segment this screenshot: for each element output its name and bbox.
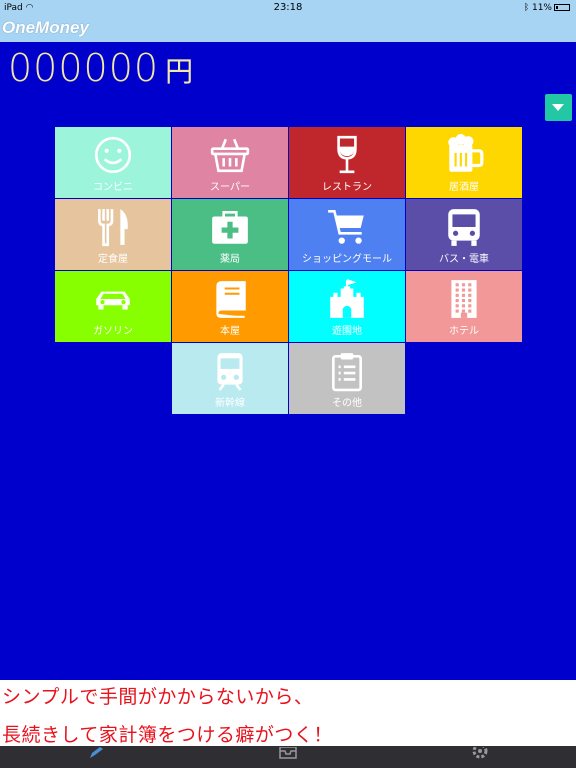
category-tile[interactable]: 定食屋 bbox=[55, 199, 171, 270]
category-tile[interactable]: ショッピングモール bbox=[289, 199, 405, 270]
clipboard-icon bbox=[289, 349, 405, 393]
dropdown-button[interactable] bbox=[545, 94, 572, 121]
category-label: ホテル bbox=[449, 326, 479, 337]
tab-bar bbox=[0, 743, 576, 768]
inbox-icon[interactable] bbox=[279, 746, 297, 762]
battery-indicator: ᛒ 11% bbox=[524, 3, 570, 13]
category-tile[interactable]: ガソリン bbox=[55, 271, 171, 342]
category-tile[interactable]: その他 bbox=[289, 343, 405, 414]
bluetooth-icon: ᛒ bbox=[523, 3, 530, 13]
amount-display[interactable]: 000000 円 bbox=[8, 46, 194, 90]
bus-icon bbox=[406, 205, 522, 249]
category-label: ガソリン bbox=[93, 326, 133, 337]
basket-icon bbox=[172, 133, 288, 177]
category-tile[interactable]: 遊園地 bbox=[289, 271, 405, 342]
promo-line-1: シンプルで手間がかからないから、 bbox=[2, 686, 314, 708]
currency-label: 円 bbox=[165, 55, 195, 88]
category-tile[interactable]: 居酒屋 bbox=[406, 127, 522, 198]
promo-banner: シンプルで手間がかからないから、 長続きして家計簿をつける癖がつく！ bbox=[0, 680, 576, 746]
category-label: 本屋 bbox=[220, 326, 240, 337]
category-label: 新幹線 bbox=[215, 398, 245, 409]
smiley-icon bbox=[55, 133, 171, 177]
hotel-building-icon bbox=[406, 277, 522, 321]
wine-glass-icon bbox=[289, 133, 405, 177]
nav-bar: OneMoney bbox=[0, 16, 576, 42]
category-label: その他 bbox=[332, 398, 362, 409]
castle-icon bbox=[289, 277, 405, 321]
first-aid-kit-icon bbox=[172, 205, 288, 249]
category-tile[interactable]: 本屋 bbox=[172, 271, 288, 342]
book-icon bbox=[172, 277, 288, 321]
fork-knife-icon bbox=[55, 205, 171, 249]
amount-value: 000000 bbox=[8, 46, 160, 90]
category-tile[interactable]: ホテル bbox=[406, 271, 522, 342]
category-label: スーパー bbox=[210, 182, 250, 193]
pencil-icon[interactable] bbox=[88, 746, 104, 762]
category-label: バス・電車 bbox=[439, 254, 489, 265]
category-label: レストラン bbox=[322, 182, 372, 193]
shopping-cart-icon bbox=[289, 205, 405, 249]
clock: 23:18 bbox=[273, 2, 303, 13]
gear-icon[interactable] bbox=[472, 743, 488, 762]
train-icon bbox=[172, 349, 288, 393]
promo-line-2: 長続きして家計簿をつける癖がつく！ bbox=[2, 724, 333, 746]
category-tile[interactable]: レストラン bbox=[289, 127, 405, 198]
category-label: 居酒屋 bbox=[449, 182, 479, 193]
category-tile[interactable]: 新幹線 bbox=[172, 343, 288, 414]
category-label: 定食屋 bbox=[98, 254, 128, 265]
category-label: コンビニ bbox=[93, 182, 133, 193]
category-tile[interactable]: スーパー bbox=[172, 127, 288, 198]
category-tile[interactable]: 薬局 bbox=[172, 199, 288, 270]
category-label: 薬局 bbox=[220, 254, 240, 265]
car-icon bbox=[55, 277, 171, 321]
category-tile[interactable]: バス・電車 bbox=[406, 199, 522, 270]
app-title: OneMoney bbox=[2, 18, 89, 37]
category-label: ショッピングモール bbox=[302, 254, 392, 265]
category-tile[interactable]: コンビニ bbox=[55, 127, 171, 198]
status-bar: iPad ◠ 23:18 ᛒ 11% bbox=[0, 0, 576, 16]
beer-mug-icon bbox=[406, 133, 522, 177]
category-label: 遊園地 bbox=[332, 326, 362, 337]
battery-icon bbox=[554, 4, 570, 11]
